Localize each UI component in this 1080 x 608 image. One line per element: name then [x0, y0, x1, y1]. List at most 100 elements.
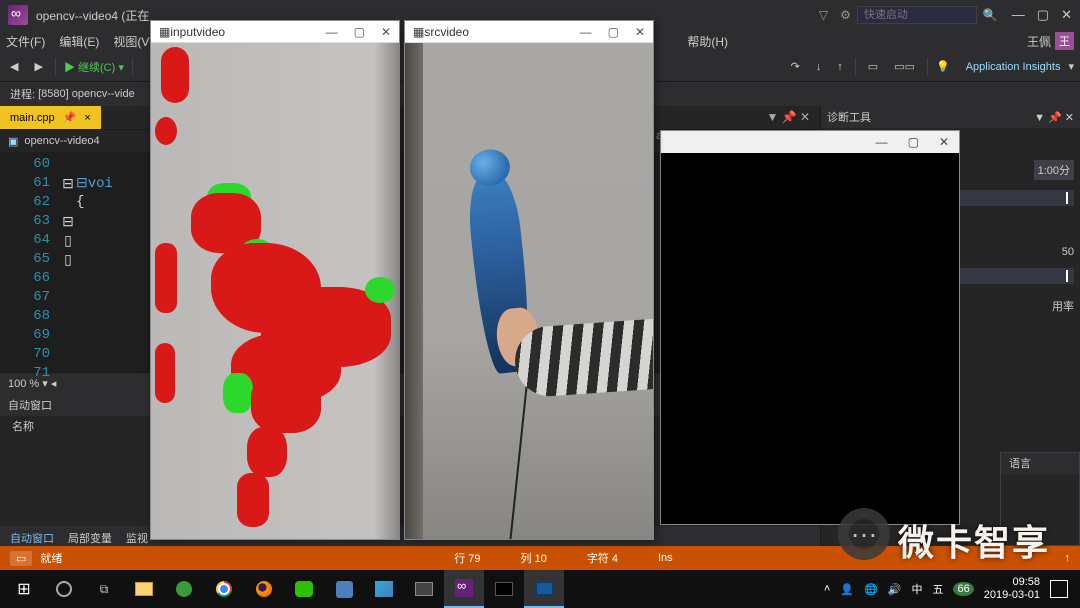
status-mode: Ins: [658, 552, 673, 564]
status-char: 字符 4: [587, 550, 618, 566]
menu-view[interactable]: 视图(V): [113, 33, 153, 50]
auto-window-label: 自动窗口: [8, 397, 52, 413]
ime-zh[interactable]: 中: [911, 581, 922, 597]
legend-value: 50: [1062, 246, 1074, 258]
quick-launch-input[interactable]: [857, 6, 977, 24]
close-button[interactable]: ✕: [939, 135, 949, 149]
maximize-button[interactable]: ▢: [354, 25, 365, 39]
app-title: opencv--video4 (正在: [36, 7, 149, 24]
terminal-app[interactable]: [404, 570, 444, 608]
status-row: 行 79: [454, 550, 480, 566]
step-over-icon[interactable]: ↷: [787, 58, 804, 75]
menu-edit[interactable]: 编辑(E): [59, 33, 99, 50]
launch-icon[interactable]: ⚙: [840, 8, 851, 22]
tab-auto[interactable]: 自动窗口: [10, 530, 54, 546]
ime-method[interactable]: 五: [932, 581, 943, 597]
tray-net-icon[interactable]: 🌐: [864, 583, 878, 596]
wechat-app[interactable]: [284, 570, 324, 608]
taskbar: ⊞ ⧉ ˄ 👤 🌐 🔊 中 五 66 09:582019-03-01: [0, 570, 1080, 608]
process-label: 进程:: [10, 86, 35, 102]
pin-icon[interactable]: ▼ 📌 ✕: [766, 110, 810, 124]
pin-icon[interactable]: ▼ 📌 ✕: [1034, 111, 1074, 124]
close-button[interactable]: ✕: [635, 25, 645, 39]
tab-label: main.cpp: [10, 112, 55, 124]
menu-help[interactable]: 帮助(H): [687, 33, 728, 50]
status-warn-icon[interactable]: ▭: [10, 551, 32, 566]
close-button[interactable]: ✕: [1061, 7, 1072, 23]
layout2-icon[interactable]: ▭▭: [890, 58, 919, 75]
minimize-button[interactable]: —: [1012, 7, 1025, 23]
fwd-icon[interactable]: ▶: [30, 58, 46, 75]
watermark-icon: [838, 508, 890, 560]
app-insights-button[interactable]: Application Insights: [966, 61, 1061, 73]
notification-icon[interactable]: [1050, 580, 1068, 598]
diag-time: 1:00分: [1034, 160, 1074, 180]
console-window[interactable]: — ▢ ✕: [660, 130, 960, 525]
chrome-app[interactable]: [204, 570, 244, 608]
tray-vol-icon[interactable]: 🔊: [888, 583, 902, 596]
maximize-button[interactable]: ▢: [608, 25, 619, 39]
tray-people-icon[interactable]: 👤: [840, 583, 854, 596]
status-col: 列 10: [521, 550, 547, 566]
minimize-button[interactable]: —: [876, 135, 888, 149]
notes-app[interactable]: [324, 570, 364, 608]
step-into-icon[interactable]: ↓: [812, 59, 826, 75]
srcvideo-window[interactable]: ▦ srcvideo — ▢ ✕: [404, 20, 654, 540]
window-icon: ▦: [159, 25, 170, 39]
camera-app[interactable]: [484, 570, 524, 608]
user-name[interactable]: 王佩: [1027, 33, 1051, 50]
minimize-button[interactable]: —: [580, 25, 592, 39]
step-out-icon[interactable]: ↑: [833, 59, 847, 75]
lightbulb-icon[interactable]: 💡: [936, 60, 950, 73]
publish-icon[interactable]: ↑: [1065, 552, 1071, 564]
vs-logo-icon: [8, 5, 28, 25]
maximize-button[interactable]: ▢: [1037, 7, 1049, 23]
code-area[interactable]: ⊟voi{: [76, 152, 113, 372]
firefox-app[interactable]: [244, 570, 284, 608]
window-icon: ▦: [413, 25, 424, 39]
user-avatar[interactable]: 王: [1055, 32, 1074, 50]
clock[interactable]: 09:582019-03-01: [984, 576, 1040, 602]
back-icon[interactable]: ◀: [6, 58, 22, 75]
taskview-button[interactable]: ⧉: [84, 570, 124, 608]
tab-locals[interactable]: 局部变量: [68, 530, 112, 546]
pin-icon[interactable]: 📌: [63, 111, 77, 124]
inputvideo-canvas: [151, 43, 399, 539]
col-name[interactable]: 名称: [12, 421, 34, 433]
tab-close-icon[interactable]: ×: [84, 112, 90, 124]
diag-title: 诊断工具: [827, 109, 871, 125]
vs-app[interactable]: [444, 570, 484, 608]
window-title: inputvideo: [170, 25, 225, 39]
window-title: srcvideo: [424, 25, 469, 39]
layout-icon[interactable]: ▭: [864, 58, 882, 75]
status-ready: 就绪: [40, 550, 62, 566]
zoom-dropdown-icon[interactable]: ▾ ◂: [39, 377, 56, 390]
project-icon: ▣: [8, 135, 18, 148]
flag-icon[interactable]: ▽: [819, 8, 828, 22]
continue-button[interactable]: ▶ 继续(C) ▾: [64, 59, 124, 75]
link-app[interactable]: [364, 570, 404, 608]
usage-label: 用率: [1052, 301, 1074, 313]
tray-round-icon[interactable]: 66: [953, 582, 973, 596]
srcvideo-canvas: [405, 43, 653, 539]
evernote-app[interactable]: [164, 570, 204, 608]
system-tray: ˄ 👤 🌐 🔊 中 五 66 09:582019-03-01: [824, 576, 1076, 602]
start-button[interactable]: ⊞: [4, 570, 44, 608]
tray-up-icon[interactable]: ˄: [824, 583, 830, 595]
explorer-app[interactable]: [124, 570, 164, 608]
tab-watch[interactable]: 监视: [126, 530, 148, 546]
cortana-button[interactable]: [44, 570, 84, 608]
opencv-app[interactable]: [524, 570, 564, 608]
menu-file[interactable]: 文件(F): [6, 33, 45, 50]
tab-main-cpp[interactable]: main.cpp 📌 ×: [0, 106, 101, 129]
watermark-text: 微卡智享: [898, 514, 1050, 566]
maximize-button[interactable]: ▢: [908, 135, 919, 149]
breakpoint-margin[interactable]: ⊟⊟▯▯: [60, 152, 76, 372]
inputvideo-window[interactable]: ▦ inputvideo — ▢ ✕: [150, 20, 400, 540]
close-button[interactable]: ✕: [381, 25, 391, 39]
dropdown-icon[interactable]: ▾: [1068, 60, 1074, 73]
zoom-level[interactable]: 100 %: [8, 378, 39, 390]
minimize-button[interactable]: —: [326, 25, 338, 39]
search-icon[interactable]: 🔍: [983, 8, 998, 22]
process-value: [8580] opencv--vide: [38, 88, 135, 100]
